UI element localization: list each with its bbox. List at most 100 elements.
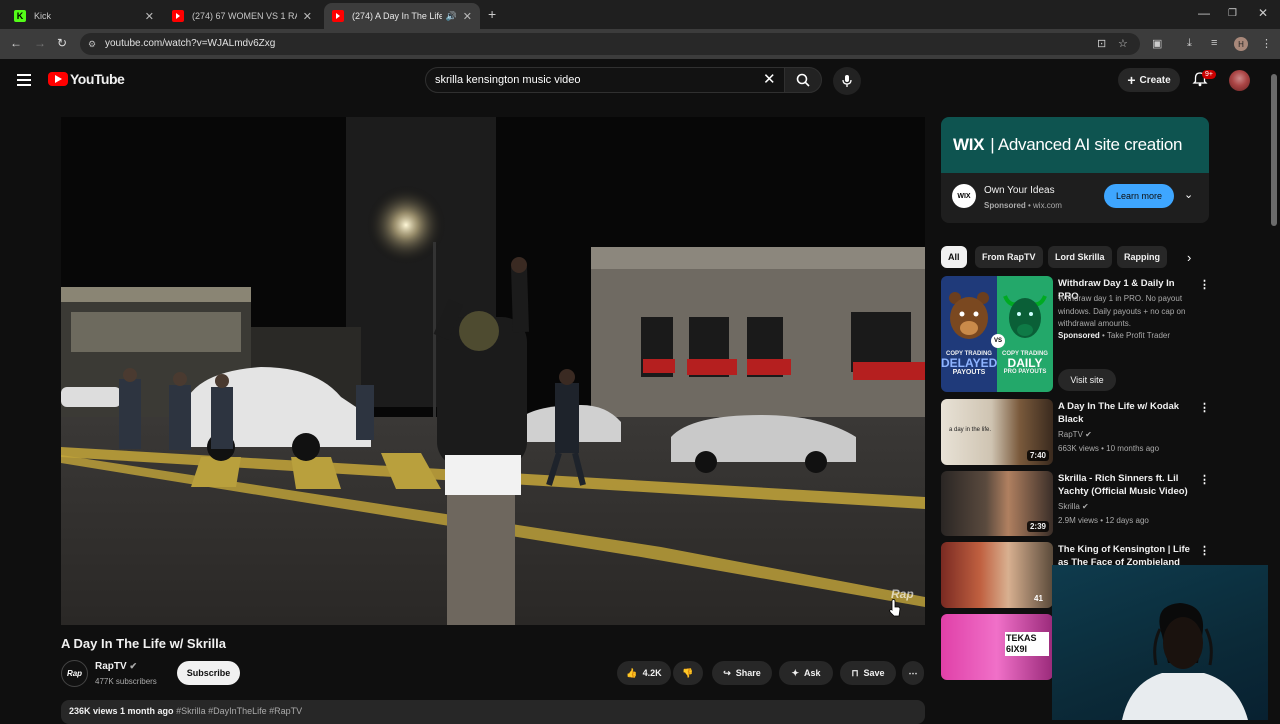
bull-icon [1003,295,1047,338]
rec-sponsored-line: Sponsored • Take Profit Trader [1058,331,1171,340]
video-player[interactable]: Rap [61,117,925,625]
more-horizontal-icon: ⋯ [908,667,918,678]
hamburger-menu-icon[interactable] [17,74,31,89]
rec-meta: 2.9M views • 12 days ago [1058,516,1149,525]
tab-kick[interactable]: K Kick ✕ [6,3,162,29]
youtube-logo[interactable]: YouTube [48,71,125,87]
bookmark-icon: ⊓ [851,667,859,678]
share-button[interactable]: ↪ Share [712,661,772,685]
search-button[interactable] [784,67,822,93]
channel-name[interactable]: RapTV ✔ [95,661,137,672]
video-frame [61,117,925,625]
rec-title[interactable]: A Day In The Life w/ Kodak Black [1058,400,1193,426]
tab-active-video[interactable]: (274) A Day In The Life w/ S 🔊 ✕ [324,3,480,29]
forward-icon[interactable]: → [34,36,46,50]
youtube-icon [332,10,344,22]
verified-icon: ✔ [129,661,137,671]
subscribe-button[interactable]: Subscribe [177,661,240,685]
search-icon [796,73,810,87]
search-input[interactable]: skrilla kensington music video [425,67,785,93]
notification-count-badge: 9+ [1202,70,1216,79]
duration-badge: 2:39 [1026,521,1049,532]
address-bar[interactable]: ⚙ youtube.com/watch?v=WJALmdv6Zxg [80,33,1140,55]
like-button[interactable]: 👍 4.2K [617,661,671,685]
close-tab-icon[interactable]: ✕ [463,10,472,23]
more-actions-button[interactable]: ⋯ [902,661,924,685]
chip-lord-skrilla[interactable]: Lord Skrilla [1048,246,1112,268]
subscriber-count: 477K subscribers [95,677,157,686]
chip-from-raptv[interactable]: From RapTV [975,246,1043,268]
share-arrow-icon: ↪ [723,667,731,678]
rec-title[interactable]: Skrilla - Rich Sinners ft. Lil Yachty (O… [1058,472,1193,498]
user-avatar[interactable] [1229,70,1250,91]
versus-badge: VS [991,334,1005,348]
plus-icon: + [1127,72,1136,88]
description-box[interactable]: 236K views 1 month ago #Skrilla #DayInTh… [61,700,925,724]
youtube-play-icon [48,72,68,86]
more-options-icon[interactable]: ⋮ [1199,278,1210,291]
tab-67-women[interactable]: (274) 67 WOMEN VS 1 RAPPER ✕ [164,3,320,29]
video-title: A Day In The Life w/ Skrilla [61,636,226,651]
browser-tab-bar: K Kick ✕ (274) 67 WOMEN VS 1 RAPPER ✕ (2… [0,0,1280,29]
close-window-icon[interactable]: ✕ [1258,6,1268,20]
learn-more-button[interactable]: Learn more [1104,184,1174,208]
channel-avatar[interactable]: Rap [61,660,88,687]
rec-channel[interactable]: RapTV ✔ [1058,430,1092,439]
rec-thumbnail[interactable]: 2:39 [941,471,1053,536]
rec-thumbnail[interactable]: a day in the life. 7:40 [941,399,1053,465]
sparkle-icon: ✦ [791,667,800,678]
browser-menu-icon[interactable]: ⋮ [1261,37,1272,50]
more-options-icon[interactable]: ⋮ [1199,544,1210,557]
install-app-icon[interactable]: ⊡ [1097,37,1106,50]
sponsored-thumbnail[interactable]: VS COPY TRADING DELAYED PAYOUTS COPY TRA… [941,276,1053,392]
webcam-overlay [1052,565,1280,720]
close-tab-icon[interactable]: ✕ [145,10,154,23]
advertiser-logo[interactable]: WIX [952,184,976,208]
youtube-icon [172,10,184,22]
download-icon[interactable]: ⤓ [1187,37,1192,50]
chip-all[interactable]: All [941,246,967,268]
verified-icon: ✔ [1085,430,1092,439]
kick-icon: K [14,10,26,22]
more-options-icon[interactable]: ⋮ [1199,473,1210,486]
ask-button[interactable]: ✦ Ask [779,661,833,685]
reload-icon[interactable]: ↻ [57,36,67,50]
minimize-icon[interactable]: — [1198,6,1210,20]
back-icon[interactable]: ← [10,36,22,50]
rec-description: Withdraw day 1 in PRO. No payout windows… [1058,294,1186,328]
webcam-person [1122,603,1248,720]
microphone-icon [842,75,852,87]
rec-thumbnail[interactable]: TEKAS 6IX9I [941,614,1053,680]
ad-headline: Own Your Ideas [984,185,1055,196]
profile-avatar[interactable]: H [1234,37,1248,51]
create-button[interactable]: + Create [1118,68,1180,92]
dislike-button[interactable]: 👎 [673,661,703,685]
new-tab-icon[interactable]: + [488,6,496,22]
bookmark-star-icon[interactable]: ☆ [1118,37,1128,50]
speaker-icon[interactable]: 🔊 [446,11,457,22]
media-control-icon[interactable]: ≡ [1211,37,1217,49]
restore-icon[interactable]: ❐ [1228,8,1237,19]
youtube-header: YouTube skrilla kensington music video ✕… [0,59,1268,103]
verified-icon: ✔ [1082,502,1089,511]
duration-badge: 7:40 [1026,450,1049,461]
browser-toolbar: ← → ↻ ⚙ youtube.com/watch?v=WJALmdv6Zxg … [0,29,1280,59]
save-button[interactable]: ⊓ Save [840,661,896,685]
mouse-cursor-icon [889,599,901,617]
thumbs-up-icon: 👍 [626,667,638,678]
rec-channel[interactable]: Skrilla ✔ [1058,502,1089,511]
more-options-icon[interactable]: ⋮ [1199,401,1210,414]
visit-site-button[interactable]: Visit site [1058,369,1116,391]
close-tab-icon[interactable]: ✕ [303,10,312,23]
scrollbar-thumb[interactable] [1271,74,1277,226]
rec-thumbnail[interactable]: 41 [941,542,1053,608]
ad-sponsored-line: Sponsored • wix.com [984,201,1062,210]
ad-banner[interactable]: WIX | Advanced AI site creation [941,117,1209,173]
split-view-icon[interactable]: ▣ [1152,37,1162,50]
voice-search-button[interactable] [833,67,861,95]
chevron-down-icon[interactable]: ⌄ [1184,188,1193,201]
chip-rapping[interactable]: Rapping [1117,246,1167,268]
chevron-right-icon[interactable]: › [1187,250,1191,265]
clear-search-icon[interactable]: ✕ [763,70,776,88]
site-info-icon[interactable]: ⚙ [88,33,96,55]
